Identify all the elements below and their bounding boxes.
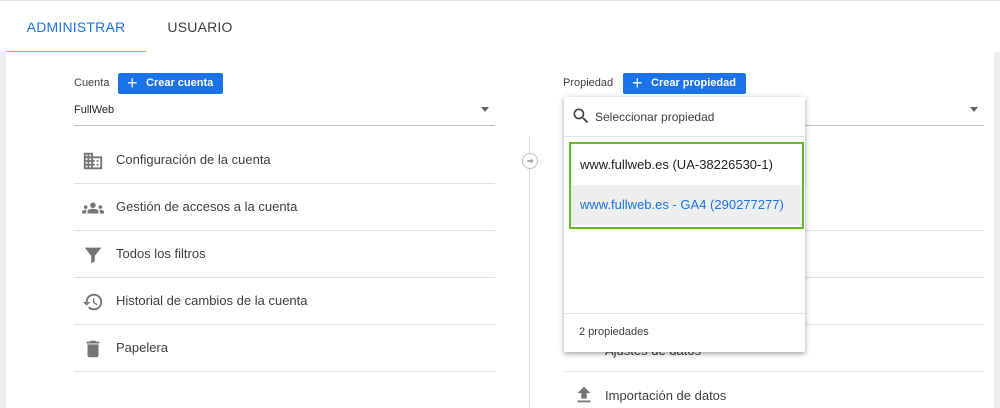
tab-administrar-label: ADMINISTRAR	[26, 19, 126, 35]
tab-usuario[interactable]: USUARIO	[152, 1, 248, 53]
menu-item-label: Gestión de accesos a la cuenta	[116, 199, 298, 214]
create-account-label: Crear cuenta	[146, 77, 214, 89]
menu-item-label: Importación de datos	[605, 388, 727, 403]
search-input[interactable]: Seleccionar propiedad	[595, 110, 714, 124]
trash-icon	[86, 340, 100, 358]
people-icon	[82, 202, 104, 214]
data-import-item[interactable]: Importación de datos	[565, 372, 984, 408]
chevron-down-icon	[481, 107, 489, 112]
tab-administrar[interactable]: ADMINISTRAR	[6, 1, 146, 53]
account-selected-value: FullWeb	[74, 104, 115, 116]
dropdown-footer: 2 propiedades	[564, 313, 805, 352]
column-divider	[529, 136, 530, 408]
create-property-button[interactable]: + Crear propiedad	[623, 73, 746, 94]
page-gutter-right	[994, 52, 1000, 408]
property-dropdown: Seleccionar propiedad www.fullweb.es (UA…	[564, 97, 805, 352]
arrow-right-icon	[522, 153, 538, 169]
history-icon	[82, 293, 103, 311]
account-label: Cuenta	[74, 77, 110, 89]
account-selector[interactable]: FullWeb	[74, 100, 495, 126]
plus-icon: +	[127, 73, 138, 93]
property-count: 2 propiedades	[579, 326, 649, 338]
plus-icon: +	[632, 73, 643, 93]
menu-item-label: Configuración de la cuenta	[116, 152, 271, 167]
create-property-label: Crear propiedad	[651, 77, 736, 89]
trash-item[interactable]: Papelera	[74, 325, 495, 372]
page-gutter-left	[0, 52, 6, 408]
top-tab-bar: ADMINISTRAR USUARIO	[0, 0, 1000, 53]
search-icon	[573, 108, 589, 124]
property-label: Propiedad	[563, 77, 614, 89]
tab-usuario-label: USUARIO	[167, 19, 233, 35]
property-search[interactable]: Seleccionar propiedad	[564, 97, 805, 137]
account-change-history-item[interactable]: Historial de cambios de la cuenta	[74, 278, 495, 325]
upload-icon	[577, 386, 591, 403]
menu-item-label: Historial de cambios de la cuenta	[116, 293, 308, 308]
filter-icon	[84, 247, 102, 264]
property-selector[interactable]	[805, 100, 984, 126]
property-option[interactable]: www.fullweb.es (UA-38226530-1)	[571, 145, 802, 185]
chevron-down-icon	[970, 107, 978, 112]
highlighted-properties-box: www.fullweb.es (UA-38226530-1) www.fullw…	[569, 142, 804, 229]
menu-item-label: Todos los filtros	[116, 246, 206, 261]
all-filters-item[interactable]: Todos los filtros	[74, 231, 495, 278]
property-option[interactable]: www.fullweb.es - GA4 (290277277)	[571, 185, 802, 225]
create-account-button[interactable]: + Crear cuenta	[118, 73, 224, 94]
account-access-item[interactable]: Gestión de accesos a la cuenta	[74, 184, 495, 231]
account-settings-item[interactable]: Configuración de la cuenta	[74, 137, 495, 184]
building-icon	[83, 152, 103, 170]
menu-item-label: Papelera	[116, 340, 169, 355]
